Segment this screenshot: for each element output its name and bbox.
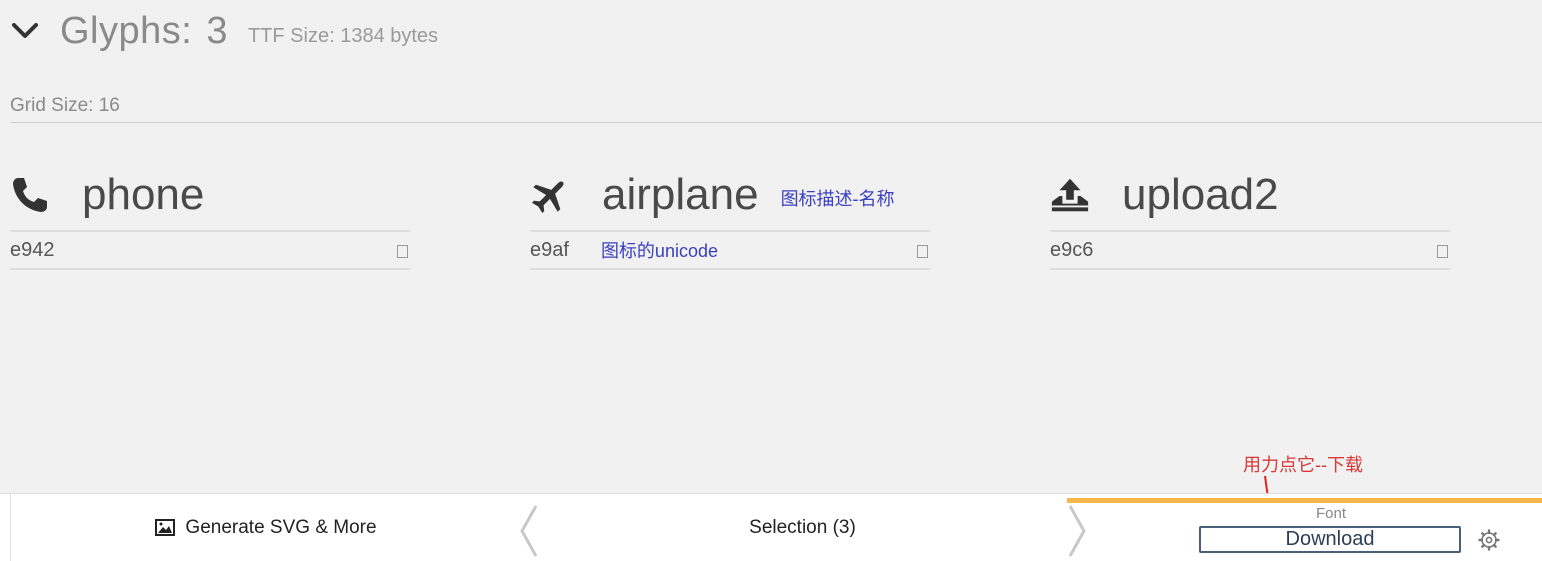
grid-divider xyxy=(10,122,1542,123)
glyph-preview-box-icon xyxy=(397,245,408,258)
grid-size-label: Grid Size: 16 xyxy=(10,95,120,116)
glyph-count: 3 xyxy=(206,9,228,52)
glyph-count-title: Glyphs: 3 xyxy=(60,10,228,53)
collapse-chevron-icon[interactable] xyxy=(10,16,40,46)
ttf-size-label: TTF Size: 1384 bytes xyxy=(247,24,439,47)
selection-label: Selection (3) xyxy=(749,516,856,538)
generate-svg-button[interactable]: Generate SVG & More xyxy=(10,494,521,561)
glyphs-label: Glyphs: xyxy=(60,9,193,52)
divider xyxy=(1050,268,1450,270)
font-label: Font xyxy=(1315,505,1346,522)
phone-icon xyxy=(10,175,50,215)
glyph-unicode[interactable]: e942 xyxy=(10,239,55,262)
divider xyxy=(530,268,930,270)
airplane-icon xyxy=(530,175,570,215)
glyph-card-upload2[interactable]: upload2 e9c6 xyxy=(1050,160,1450,270)
annotation-glyph-unicode: 图标的unicode xyxy=(600,241,718,261)
selection-button[interactable]: Selection (3) xyxy=(540,494,1065,561)
bottom-toolbar: Generate SVG & More Selection (3) Font D… xyxy=(0,493,1542,561)
glyph-card-airplane[interactable]: airplane 图标描述-名称 e9af 图标的unicode xyxy=(530,160,930,270)
chevron-left-separator-icon xyxy=(520,505,538,557)
glyph-name: phone xyxy=(82,170,205,219)
chevron-right-separator-icon xyxy=(1068,505,1086,557)
gear-icon[interactable] xyxy=(1478,529,1500,551)
glyph-unicode[interactable]: e9af xyxy=(530,239,569,262)
annotation-glyph-name: 图标描述-名称 xyxy=(780,189,895,209)
glyph-preview-box-icon xyxy=(917,245,928,258)
font-tab-indicator xyxy=(1067,498,1542,503)
glyph-name: upload2 xyxy=(1122,170,1279,219)
image-icon xyxy=(155,519,176,536)
upload-icon xyxy=(1050,175,1090,215)
download-label: Download xyxy=(1285,528,1375,550)
glyph-set-header: Glyphs: 3 TTF Size: 1384 bytes xyxy=(10,6,438,56)
glyph-card-phone[interactable]: phone e942 xyxy=(10,160,410,270)
divider xyxy=(10,268,410,270)
glyph-unicode[interactable]: e9c6 xyxy=(1050,239,1093,262)
download-button[interactable]: Download xyxy=(1199,526,1461,553)
glyph-name: airplane xyxy=(602,170,759,219)
glyph-preview-box-icon xyxy=(1437,245,1448,258)
generate-svg-label: Generate SVG & More xyxy=(185,516,377,538)
